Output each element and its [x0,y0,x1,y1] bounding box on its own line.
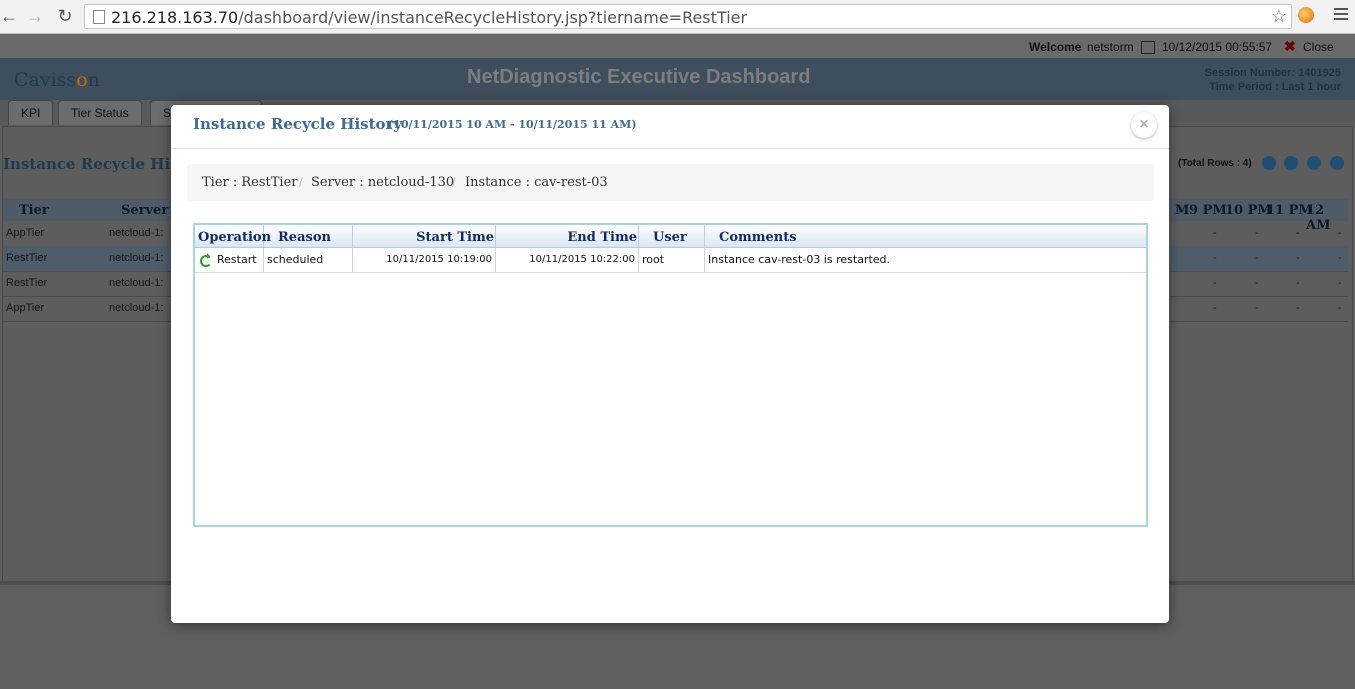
restart-icon [200,253,212,267]
total-rows: (Total Rows : 4) [1178,158,1252,169]
col-hour: M [1175,203,1190,218]
breadcrumb: Tier : RestTier / Server : netcloud-130 … [187,164,1154,201]
forward-icon[interactable]: → [26,6,44,26]
breadcrumb-separator: / [299,175,303,190]
page-icon [93,10,105,24]
cell-end-time: 10/11/2015 10:22:00 [496,248,639,272]
modal-header: Instance Recycle History (10/11/2015 10 … [171,105,1169,149]
close-link[interactable]: Close [1303,40,1334,54]
cell-reason: scheduled [264,248,353,272]
bookmark-star-icon[interactable]: ☆ [1271,6,1287,27]
current-datetime: 10/12/2015 00:55:57 [1162,40,1273,54]
user-name: netstorm [1087,40,1134,54]
menu-icon[interactable] [1334,8,1348,23]
welcome-bar: Welcome netstorm 10/12/2015 00:55:57 ✖ C… [0,34,1355,58]
col-hour: 10 PM [1225,203,1272,218]
back-icon[interactable]: ← [0,6,18,26]
table-row[interactable]: Restart scheduled 10/11/2015 10:19:00 10… [195,248,1146,273]
breadcrumb-instance: Instance : cav-rest-03 [465,175,608,190]
breadcrumb-server: Server : netcloud-130 [311,175,455,190]
col-user[interactable]: User [639,225,705,247]
instance-recycle-history-modal: Instance Recycle History (10/11/2015 10 … [171,105,1169,623]
breadcrumb-separator: / [452,175,456,190]
close-icon[interactable]: ✖ [1284,38,1296,55]
tab-kpi[interactable]: KPI [8,100,54,125]
next-page-icon[interactable] [1307,156,1321,170]
col-hour: 9 PM [1189,203,1227,218]
time-period: Time Period : Last 1 hour [1209,81,1341,93]
table-header: Operation Reason Start Time End Time Use… [195,225,1146,248]
col-operation[interactable]: Operation [195,225,271,247]
dashboard-title: NetDiagnostic Executive Dashboard [467,66,811,88]
tab-tier-status[interactable]: Tier Status [58,100,142,125]
cell-start-time: 10/11/2015 10:19:00 [353,248,496,272]
reload-icon[interactable]: ↻ [56,6,74,26]
modal-close-button[interactable]: × [1131,112,1157,138]
session-number: Session Number: 1401925 [1204,67,1341,79]
col-end-time[interactable]: End Time [496,225,639,247]
browser-toolbar: ← → ↻ 216.218.163.70/dashboard/view/inst… [0,0,1355,34]
first-page-icon[interactable] [1262,156,1276,170]
cell-user: root [639,248,705,272]
welcome-label: Welcome [1029,40,1082,54]
cell-operation: Restart [195,248,264,272]
extension-icon[interactable] [1298,7,1314,23]
breadcrumb-tier: Tier : RestTier [202,175,298,190]
col-reason[interactable]: Reason [264,225,353,247]
recycle-history-table: Operation Reason Start Time End Time Use… [193,223,1148,527]
col-comments[interactable]: Comments [705,225,1146,247]
prev-page-icon[interactable] [1284,156,1298,170]
dashboard-header: Cavisson NetDiagnostic Executive Dashboa… [0,58,1355,100]
calendar-icon [1141,41,1155,54]
cell-comments: Instance cav-rest-03 is restarted. [708,253,891,266]
session-info: Session Number: 1401925 Time Period : La… [1205,66,1341,94]
last-page-icon[interactable] [1330,156,1344,170]
col-tier: Tier [19,203,49,218]
url-text: 216.218.163.70/dashboard/view/instanceRe… [111,8,748,27]
cavisson-logo: Cavisson [14,69,100,91]
modal-title: Instance Recycle History [193,115,403,133]
col-start-time[interactable]: Start Time [353,225,496,247]
address-bar[interactable]: 216.218.163.70/dashboard/view/instanceRe… [84,4,1292,29]
modal-time-range: (10/11/2015 10 AM - 10/11/2015 11 AM) [388,118,637,131]
col-server: Server [121,203,169,218]
page-heading: Instance Recycle Histo [3,155,196,173]
